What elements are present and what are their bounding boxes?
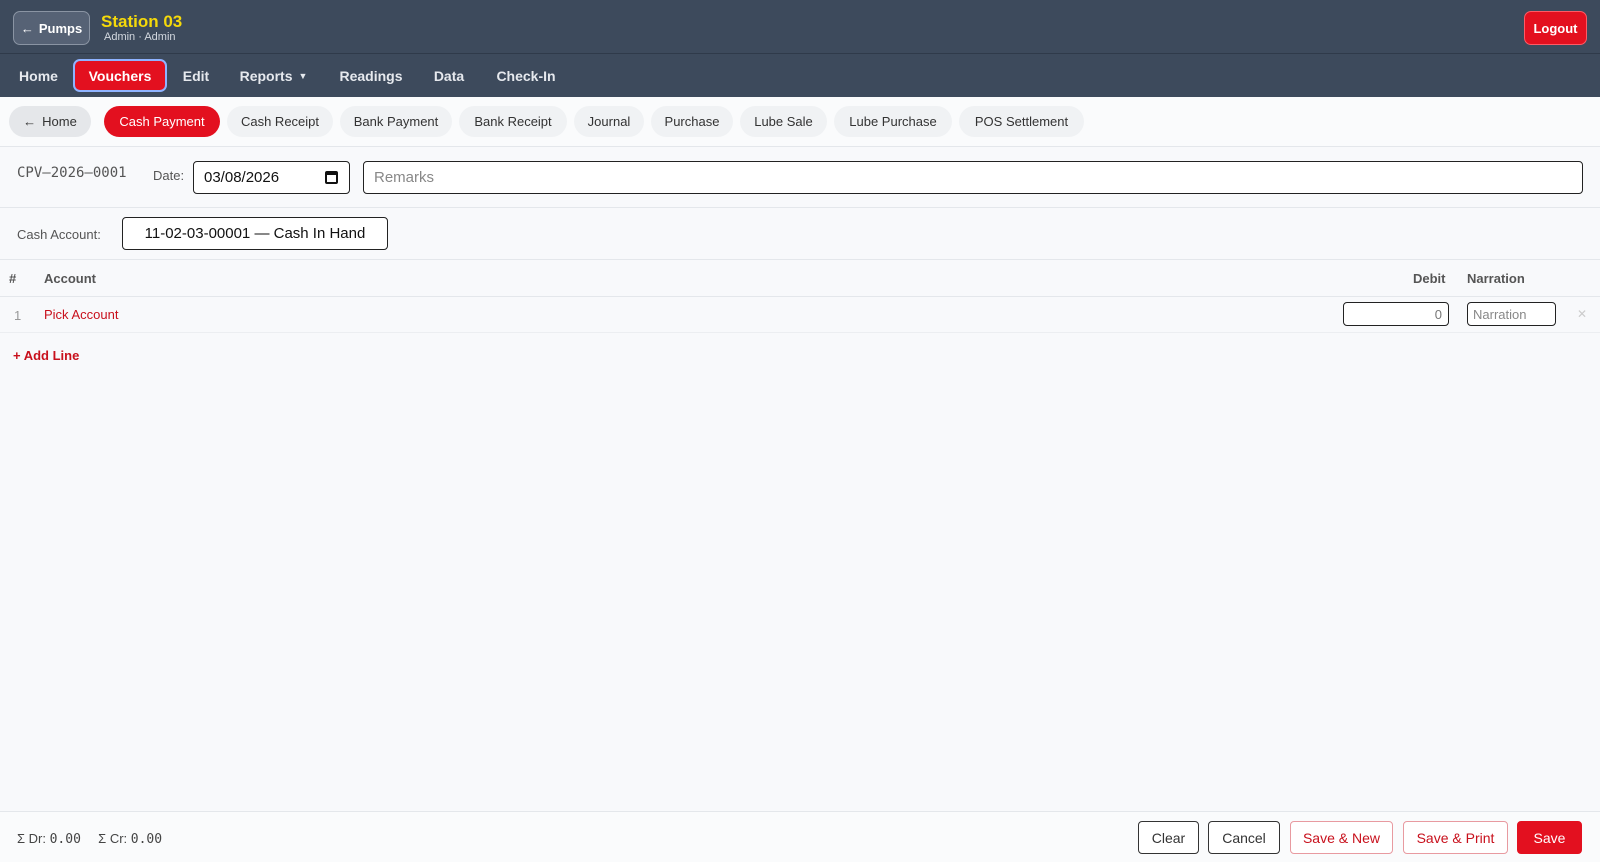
nav-reports[interactable]: Reports ▼	[231, 59, 316, 92]
voucher-header-row: CPV—2026—0001 Date: 03/08/2026 Remarks	[0, 147, 1600, 208]
remarks-input[interactable]: Remarks	[363, 161, 1583, 194]
tab-journal[interactable]: Journal	[574, 106, 644, 137]
add-line-button[interactable]: + Add Line	[13, 348, 79, 363]
cancel-button[interactable]: Cancel	[1208, 821, 1280, 854]
back-button-label: Pumps	[38, 20, 83, 36]
sub-home-button[interactable]: ← Home	[9, 106, 91, 137]
save-button[interactable]: Save	[1517, 821, 1582, 854]
arrow-left-icon: ←	[23, 114, 37, 129]
nav-home[interactable]: Home	[10, 59, 67, 92]
voucher-number: CPV—2026—0001	[17, 165, 127, 181]
date-label: Date:	[153, 168, 185, 183]
col-debit: Debit	[1413, 271, 1446, 286]
tab-lube-sale[interactable]: Lube Sale	[740, 106, 827, 137]
cr-value: 0.00	[130, 832, 163, 847]
date-value: 03/08/2026	[204, 169, 280, 186]
tab-pos-settlement[interactable]: POS Settlement	[959, 106, 1084, 137]
calendar-icon[interactable]	[325, 171, 338, 184]
save-new-button[interactable]: Save & New	[1290, 821, 1393, 854]
nav-reports-label: Reports	[239, 67, 293, 84]
cr-label: Σ Cr:	[98, 831, 128, 846]
sub-home-label: Home	[42, 114, 77, 129]
cash-account-label: Cash Account:	[17, 227, 101, 242]
close-icon[interactable]: ✕	[1577, 307, 1587, 321]
row-number: 1	[14, 308, 22, 323]
nav-edit[interactable]: Edit	[173, 59, 219, 92]
arrow-left-icon: ←	[20, 20, 34, 36]
top-header: ← Pumps Station 03 Admin · Admin Logout	[0, 0, 1600, 54]
cash-account-select[interactable]: 11-02-03-00001 — Cash In Hand	[122, 217, 388, 250]
nav-data[interactable]: Data	[424, 59, 474, 92]
col-num: #	[9, 271, 17, 286]
tab-purchase[interactable]: Purchase	[651, 106, 733, 137]
tab-bank-receipt[interactable]: Bank Receipt	[459, 106, 567, 137]
col-narration: Narration	[1467, 271, 1525, 286]
pick-account-link[interactable]: Pick Account	[44, 307, 118, 322]
back-to-pumps-button[interactable]: ← Pumps	[13, 11, 90, 45]
cash-account-row: Cash Account: 11-02-03-00001 — Cash In H…	[0, 208, 1600, 260]
voucher-type-nav: ← Home Cash Payment Cash Receipt Bank Pa…	[0, 97, 1600, 147]
table-row: 1 Pick Account 0 Narration ✕	[0, 297, 1600, 333]
tab-lube-purchase[interactable]: Lube Purchase	[834, 106, 952, 137]
narration-input[interactable]: Narration	[1467, 302, 1556, 326]
debit-input[interactable]: 0	[1343, 302, 1449, 326]
tab-cash-payment[interactable]: Cash Payment	[104, 106, 220, 137]
save-print-button[interactable]: Save & Print	[1403, 821, 1508, 854]
col-account: Account	[44, 271, 96, 286]
chevron-down-icon: ▼	[298, 70, 308, 81]
logout-button[interactable]: Logout	[1524, 11, 1587, 45]
nav-vouchers[interactable]: Vouchers	[73, 59, 167, 92]
tab-bank-payment[interactable]: Bank Payment	[340, 106, 452, 137]
nav-readings[interactable]: Readings	[330, 59, 412, 92]
clear-button[interactable]: Clear	[1138, 821, 1199, 854]
main-nav: Home Vouchers Edit Reports ▼ Readings Da…	[0, 54, 1600, 97]
lines-table-header: # Account Debit Narration	[0, 260, 1600, 297]
dr-value: 0.00	[49, 832, 81, 847]
station-title: Station 03	[101, 12, 183, 31]
footer-bar: Σ Dr: 0.00 Σ Cr: 0.00 Clear Cancel Save …	[0, 811, 1600, 862]
nav-check-in[interactable]: Check-In	[486, 59, 566, 92]
user-role: Admin · Admin	[104, 31, 176, 43]
tab-cash-receipt[interactable]: Cash Receipt	[227, 106, 333, 137]
totals: Σ Dr: 0.00 Σ Cr: 0.00	[17, 831, 162, 847]
dr-label: Σ Dr:	[17, 831, 46, 846]
date-field[interactable]: 03/08/2026	[193, 161, 350, 194]
